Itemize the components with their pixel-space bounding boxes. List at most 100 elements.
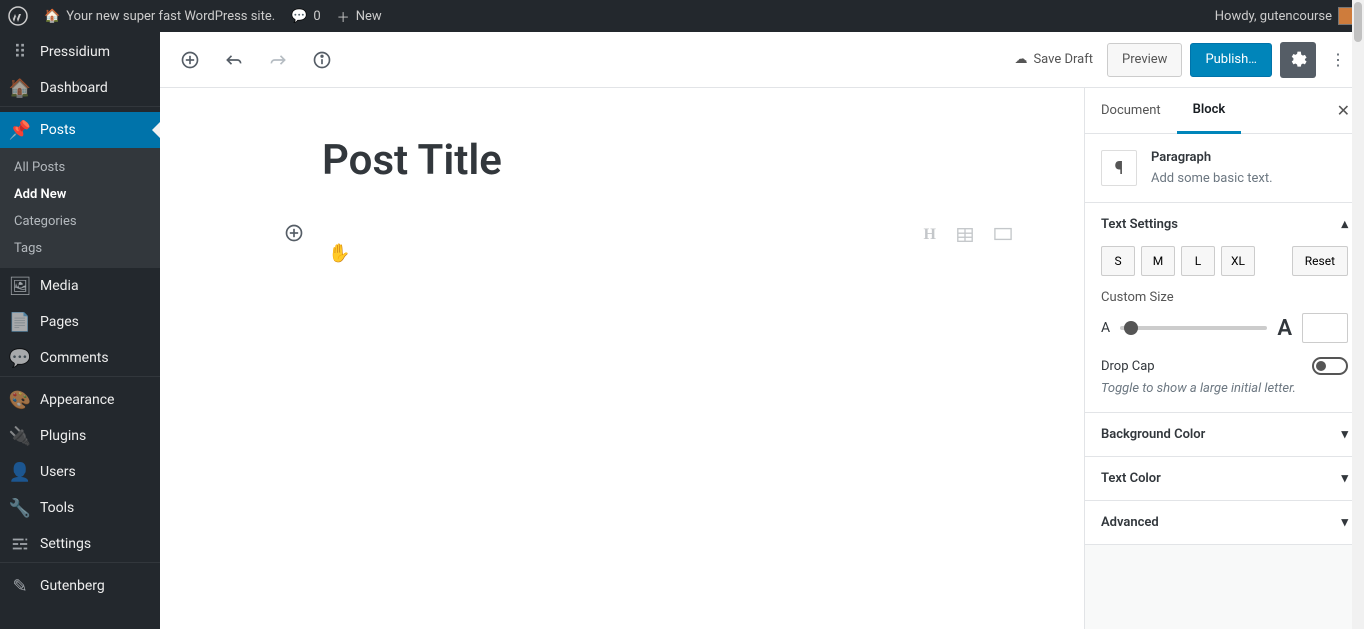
bgcolor-label: Background Color (1101, 427, 1205, 442)
paragraph-icon: ¶ (1101, 150, 1137, 186)
pages-label: Pages (40, 314, 79, 330)
inline-add-block-button[interactable] (280, 219, 308, 247)
sidebar-item-settings[interactable]: Settings (0, 526, 160, 562)
add-block-button[interactable] (172, 42, 208, 78)
media-label: Media (40, 278, 79, 294)
font-size-xl-button[interactable]: XL (1221, 246, 1255, 276)
howdy-text: Howdy, gutencourse (1215, 9, 1332, 24)
font-size-m-button[interactable]: M (1141, 246, 1175, 276)
preview-button[interactable]: Preview (1107, 43, 1182, 77)
plus-icon: ＋ (337, 7, 350, 26)
submenu-add-new[interactable]: Add New (0, 181, 160, 208)
scrollbar-thumb[interactable] (1354, 2, 1362, 42)
wp-logo[interactable] (8, 6, 28, 26)
slider-max-icon: A (1277, 316, 1292, 341)
text-color-toggle[interactable]: Text Color ▾ (1085, 457, 1364, 500)
settings-toggle-button[interactable] (1280, 42, 1316, 78)
tools-label: Tools (40, 500, 74, 516)
settings-label: Settings (40, 536, 91, 552)
sidebar-item-appearance[interactable]: 🎨 Appearance (0, 382, 160, 418)
editor-canvas[interactable]: ✋ H (160, 88, 1084, 629)
save-draft-button[interactable]: ☁ Save Draft (1008, 52, 1099, 67)
background-color-toggle[interactable]: Background Color ▾ (1085, 413, 1364, 456)
publish-button[interactable]: Publish… (1190, 43, 1272, 77)
sidebar-item-pages[interactable]: 📄 Pages (0, 304, 160, 340)
dropcap-toggle[interactable] (1312, 357, 1348, 375)
font-size-slider[interactable] (1120, 326, 1267, 330)
sidebar-tabs: Document Block ✕ (1085, 88, 1364, 134)
pin-icon: 📌 (10, 120, 30, 140)
admin-sidebar: ⠿ Pressidium 🏠 Dashboard 📌 Posts All Pos… (0, 32, 160, 629)
cover-icon (994, 226, 1012, 248)
block-insert-area[interactable]: ✋ (322, 213, 922, 253)
chevron-down-icon: ▾ (1341, 515, 1348, 530)
appearance-icon: 🎨 (10, 390, 30, 410)
plugins-label: Plugins (40, 428, 86, 444)
redo-button[interactable] (260, 42, 296, 78)
plugins-icon: 🔌 (10, 426, 30, 446)
text-settings-toggle[interactable]: Text Settings ▴ (1085, 203, 1364, 246)
block-card-title: Paragraph (1151, 150, 1273, 165)
pages-icon: 📄 (10, 312, 30, 332)
sidebar-item-media[interactable]: 🖼 Media (0, 268, 160, 304)
chevron-down-icon: ▾ (1341, 471, 1348, 486)
block-card-desc: Add some basic text. (1151, 171, 1273, 186)
users-label: Users (40, 464, 76, 480)
more-menu-button[interactable]: ⋮ (1324, 42, 1352, 78)
slider-min-icon: A (1101, 320, 1110, 336)
appearance-label: Appearance (40, 392, 114, 408)
background-color-section: Background Color ▾ (1085, 413, 1364, 457)
dropcap-hint: Toggle to show a large initial letter. (1101, 381, 1348, 396)
post-title-input[interactable] (322, 128, 922, 193)
slider-thumb[interactable] (1124, 321, 1138, 335)
sidebar-item-tools[interactable]: 🔧 Tools (0, 490, 160, 526)
submenu-categories[interactable]: Categories (0, 208, 160, 235)
comments-label: Comments (40, 350, 109, 366)
dashboard-label: Dashboard (40, 80, 108, 96)
sidebar-item-gutenberg[interactable]: ✎ Gutenberg (0, 568, 160, 604)
comment-icon: 💬 (291, 9, 307, 24)
media-icon: 🖼 (10, 276, 30, 296)
advanced-label: Advanced (1101, 515, 1159, 530)
save-draft-label: Save Draft (1033, 52, 1093, 67)
settings-icon (10, 534, 30, 554)
gutenberg-icon: ✎ (10, 576, 30, 596)
tab-document[interactable]: Document (1085, 89, 1177, 132)
font-size-s-button[interactable]: S (1101, 246, 1135, 276)
block-type-hints: H (924, 226, 1012, 248)
page-scrollbar[interactable] (1352, 0, 1364, 629)
editor-topbar: ☁ Save Draft Preview Publish… ⋮ (160, 32, 1364, 88)
settings-sidebar: Document Block ✕ ¶ Paragraph Add some ba… (1084, 88, 1364, 629)
grab-cursor-icon: ✋ (328, 243, 350, 264)
advanced-toggle[interactable]: Advanced ▾ (1085, 501, 1364, 544)
new-content-link[interactable]: ＋ New (337, 7, 382, 26)
sidebar-item-dashboard[interactable]: 🏠 Dashboard (0, 70, 160, 106)
site-name: Your new super fast WordPress site. (66, 9, 275, 24)
block-card: ¶ Paragraph Add some basic text. (1085, 134, 1364, 203)
text-settings-label: Text Settings (1101, 217, 1178, 232)
comments-link[interactable]: 💬 0 (291, 9, 321, 24)
chevron-down-icon: ▾ (1341, 427, 1348, 442)
sidebar-item-users[interactable]: 👤 Users (0, 454, 160, 490)
sidebar-item-plugins[interactable]: 🔌 Plugins (0, 418, 160, 454)
font-size-l-button[interactable]: L (1181, 246, 1215, 276)
wp-admin-bar: 🏠 Your new super fast WordPress site. 💬 … (0, 0, 1364, 32)
info-button[interactable] (304, 42, 340, 78)
sidebar-item-comments[interactable]: 💬 Comments (0, 340, 160, 376)
sidebar-item-brand[interactable]: ⠿ Pressidium (0, 32, 160, 70)
submenu-all-posts[interactable]: All Posts (0, 154, 160, 181)
sidebar-item-posts[interactable]: 📌 Posts (0, 112, 160, 148)
tab-block[interactable]: Block (1177, 88, 1242, 134)
site-home-link[interactable]: 🏠 Your new super fast WordPress site. (44, 9, 275, 24)
undo-button[interactable] (216, 42, 252, 78)
new-label: New (356, 9, 382, 24)
dashboard-icon: 🏠 (10, 78, 30, 98)
submenu-tags[interactable]: Tags (0, 235, 160, 262)
font-size-input[interactable] (1302, 313, 1348, 343)
account-link[interactable]: Howdy, gutencourse (1215, 7, 1356, 25)
advanced-section: Advanced ▾ (1085, 501, 1364, 545)
posts-label: Posts (40, 122, 76, 138)
font-size-reset-button[interactable]: Reset (1292, 246, 1348, 276)
chevron-up-icon: ▴ (1341, 217, 1348, 232)
comments-icon: 💬 (10, 348, 30, 368)
